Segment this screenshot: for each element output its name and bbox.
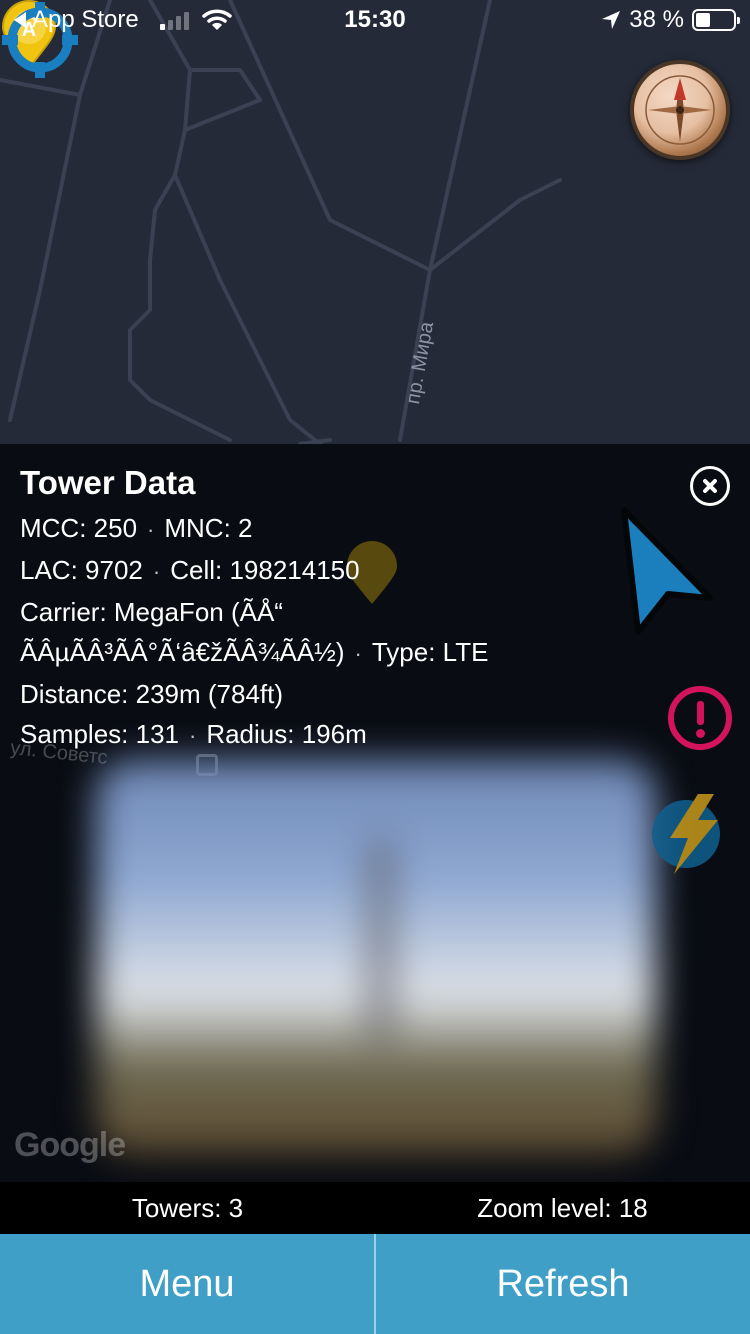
tower-data-panel: ул. Советс Tower Data MCC: 250 · MNC: 2 LA… <box>0 444 750 1182</box>
distance-line: Distance: 239m (784ft) <box>20 674 540 714</box>
refresh-button[interactable]: Refresh <box>376 1234 750 1334</box>
menu-button[interactable]: Menu <box>0 1234 376 1334</box>
status-bar: App Store 15:30 38 % <box>0 0 750 42</box>
type-value: Type: LTE <box>371 637 489 667</box>
samples-value: Samples: 131 <box>20 719 179 749</box>
bottom-toolbar: Menu Refresh <box>0 1234 750 1334</box>
separator: · <box>152 559 161 584</box>
carrier-value: Carrier: MegaFon (ÃÅ“ <box>20 597 283 627</box>
radius-value: Radius: 196m <box>206 719 367 749</box>
towers-count: Towers: 3 <box>131 1193 244 1223</box>
report-problem-icon[interactable] <box>668 686 732 750</box>
carrier-value-cont: ÃÂµÃÂ³ÃÂ°Ã‘â€žÃÂ¾ÃÂ½) <box>20 637 345 667</box>
lac-value: LAC: 9702 <box>20 555 143 585</box>
mnc-value: MNC: 2 <box>164 513 253 543</box>
battery-percent: 38 % <box>629 6 684 33</box>
cell-value: Cell: 198214150 <box>170 555 360 585</box>
lac-cell-line: LAC: 9702 · Cell: 198214150 <box>20 550 540 592</box>
google-attribution: Google <box>14 1126 126 1164</box>
mcc-mnc-line: MCC: 250 · MNC: 2 <box>20 508 540 550</box>
tower-details: MCC: 250 · MNC: 2 LAC: 9702 · Cell: 19821415… <box>20 508 540 756</box>
mcc-value: MCC: 250 <box>20 513 138 543</box>
close-panel-icon[interactable] <box>690 466 730 506</box>
tower-mast <box>366 840 396 1040</box>
separator: · <box>354 641 362 666</box>
app-screen: пр. Мира A App Store 15:30 38 % ул. Сове… <box>0 0 750 1334</box>
separator: · <box>188 723 197 748</box>
tower-photo[interactable] <box>96 760 656 1154</box>
zoom-level: Zoom level: 18 <box>477 1193 648 1223</box>
battery-icon <box>692 9 740 31</box>
battery-fill <box>696 13 710 27</box>
panel-title: Tower Data <box>20 464 196 501</box>
status-right: 38 % <box>601 6 740 34</box>
compass-icon[interactable] <box>630 60 730 160</box>
direction-arrow-icon <box>621 507 713 635</box>
stats-bar: Towers: 3 Zoom level: 18 <box>0 1182 750 1234</box>
samples-radius-line: Samples: 131 · Radius: 196m <box>20 714 540 756</box>
carrier-line: Carrier: MegaFon (ÃÅ“ <box>20 592 540 632</box>
distance-value: Distance: 239m (784ft) <box>20 679 284 709</box>
lightning-icon[interactable] <box>648 790 728 876</box>
separator: · <box>147 517 155 542</box>
location-arrow-icon <box>602 11 621 29</box>
carrier-type-line: ÃÂµÃÂ³ÃÂ°Ã‘â€žÃÂ¾ÃÂ½) · Type: LTE <box>20 632 540 674</box>
